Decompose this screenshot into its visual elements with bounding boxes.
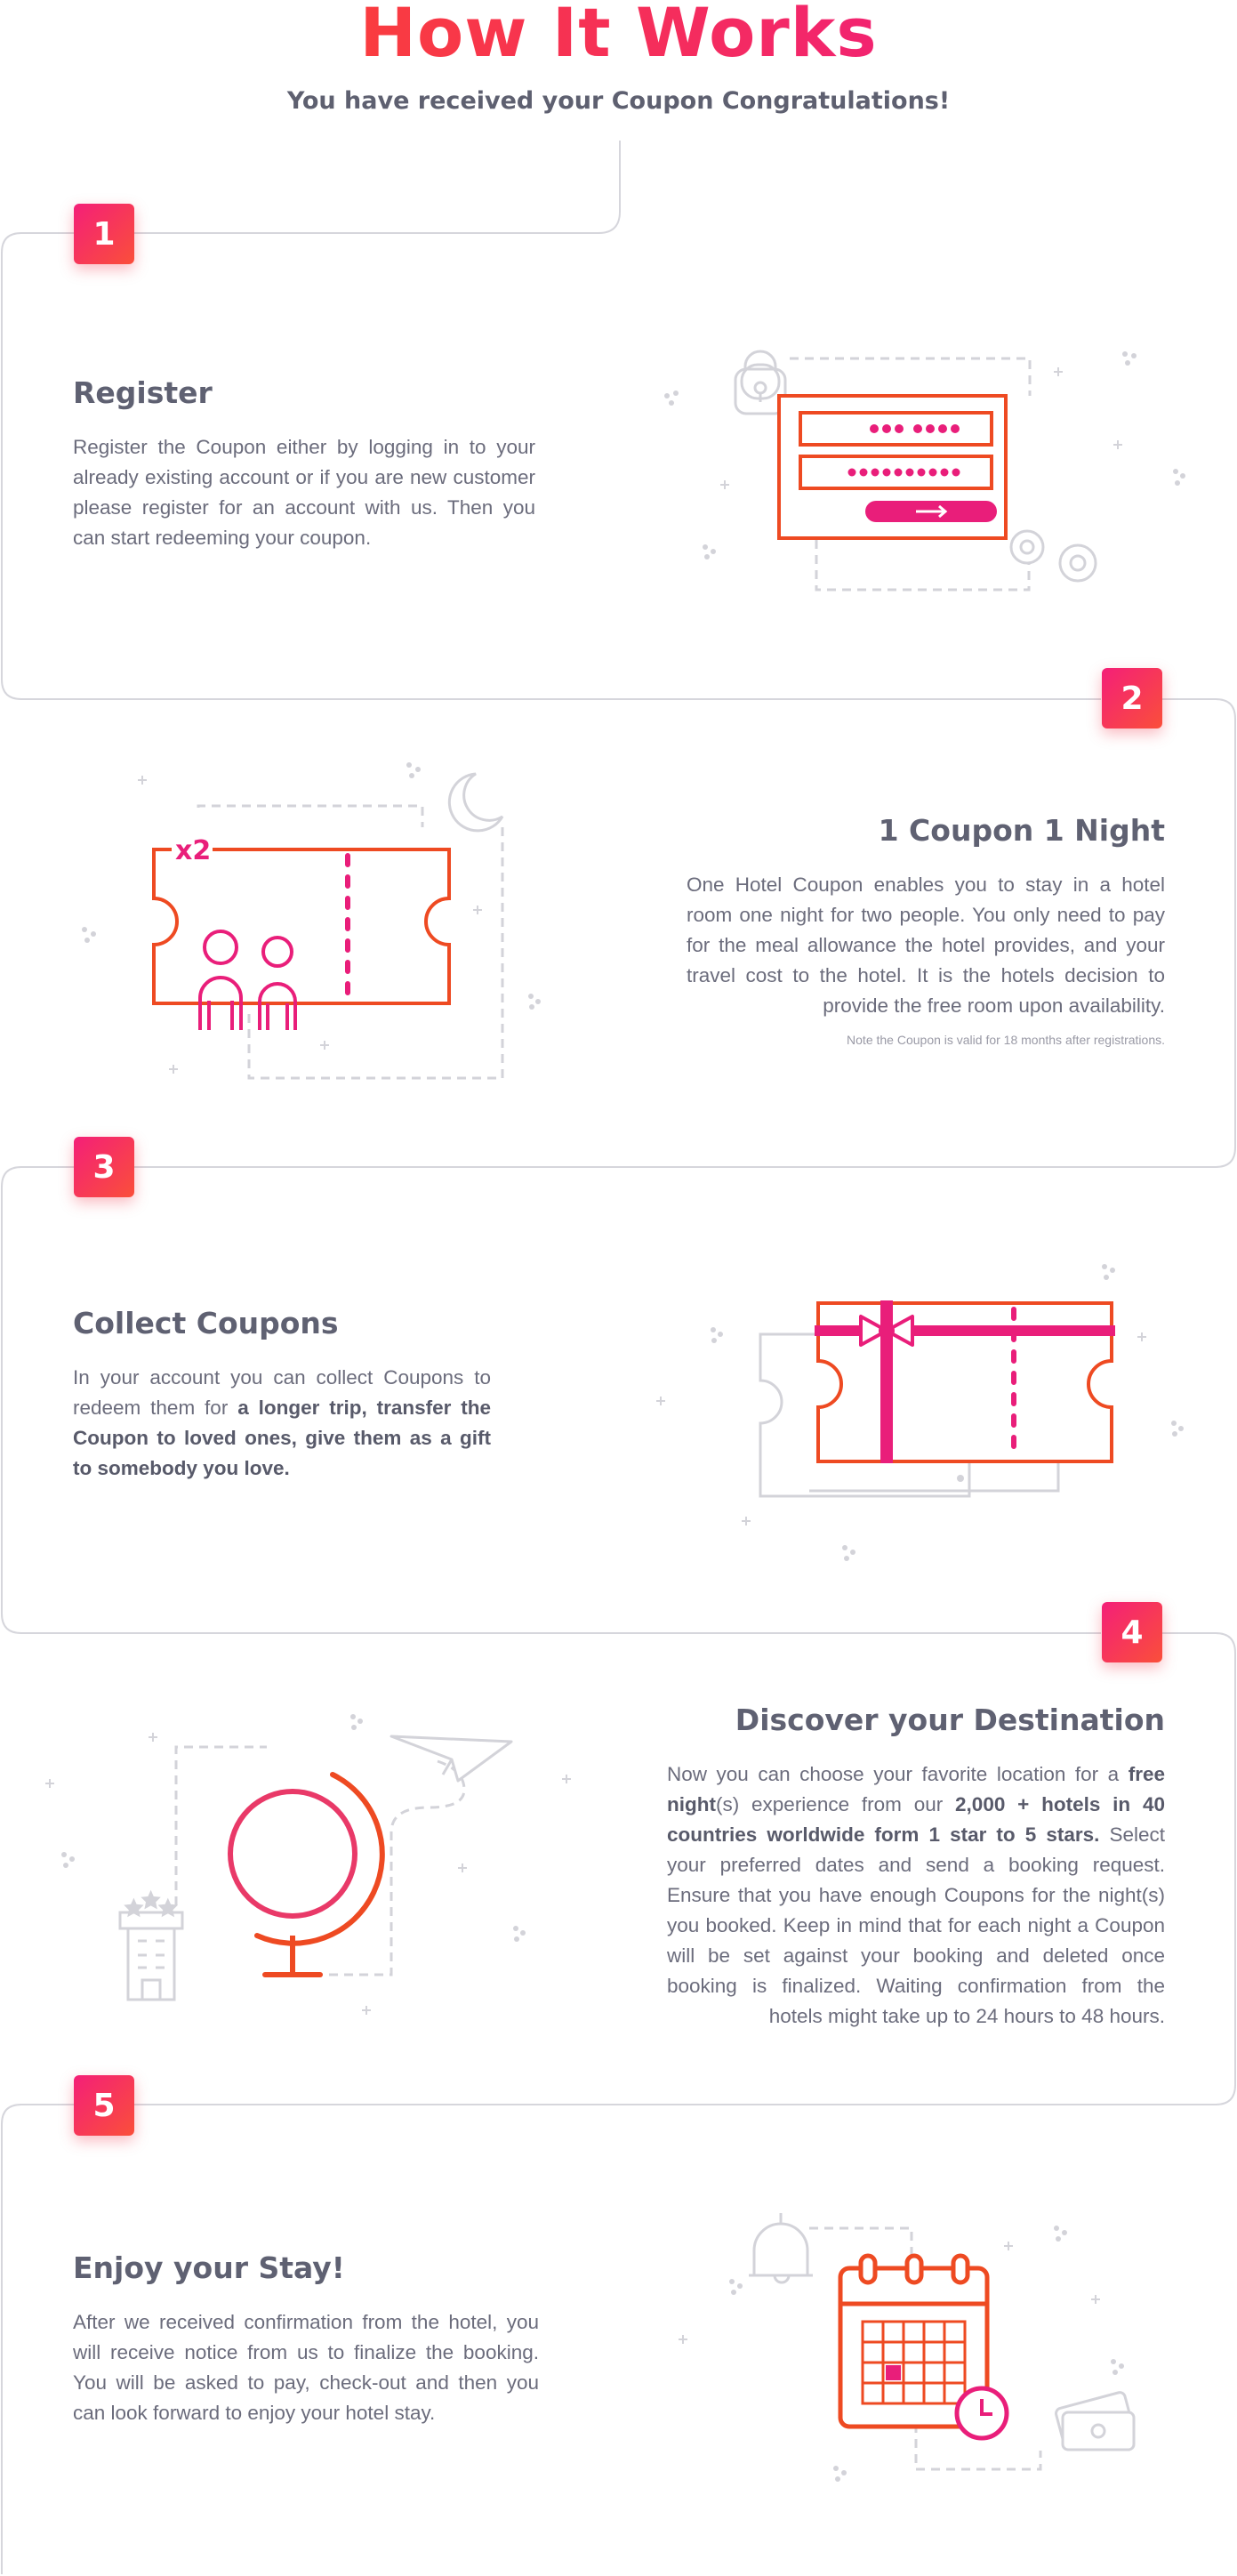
step-3-text: In your account you can collect Coupons … — [73, 1366, 491, 1479]
step-5-number-badge: 5 — [74, 2075, 134, 2136]
calendar-booking-icon — [679, 2213, 1136, 2482]
page-title: How It Works — [0, 0, 1237, 72]
step-1-number-badge: 1 — [74, 204, 134, 264]
login-form-icon — [664, 350, 1185, 592]
step-5-title: Enjoy your Stay! — [73, 2250, 345, 2285]
step-2-number-badge: 2 — [1102, 668, 1162, 729]
step-2-text: One Hotel Coupon enables you to stay in … — [687, 873, 1165, 1017]
globe-hotel-plane-icon — [45, 1714, 571, 2015]
step-4-text: Now you can choose your favorite locatio… — [667, 1763, 1165, 2027]
step-3-number-badge: 3 — [74, 1137, 134, 1197]
coupon-two-people-icon: x2 — [82, 762, 541, 1080]
step-2-title: 1 Coupon 1 Night — [878, 813, 1165, 848]
step-4-title: Discover your Destination — [735, 1703, 1165, 1737]
step-5-text: After we received confirmation from the … — [73, 2311, 539, 2424]
step-3-title: Collect Coupons — [73, 1306, 339, 1340]
step-1-text: Register the Coupon either by logging in… — [73, 436, 535, 549]
step-2-note: Note the Coupon is valid for 18 months a… — [847, 1033, 1165, 1047]
gift-coupon-icon — [656, 1264, 1184, 1561]
step-4-number-badge: 4 — [1102, 1602, 1162, 1662]
coupon-multiplier-label: x2 — [175, 835, 211, 866]
page-subtitle: You have received your Coupon Congratula… — [286, 87, 951, 115]
step-1-title: Register — [73, 375, 213, 410]
